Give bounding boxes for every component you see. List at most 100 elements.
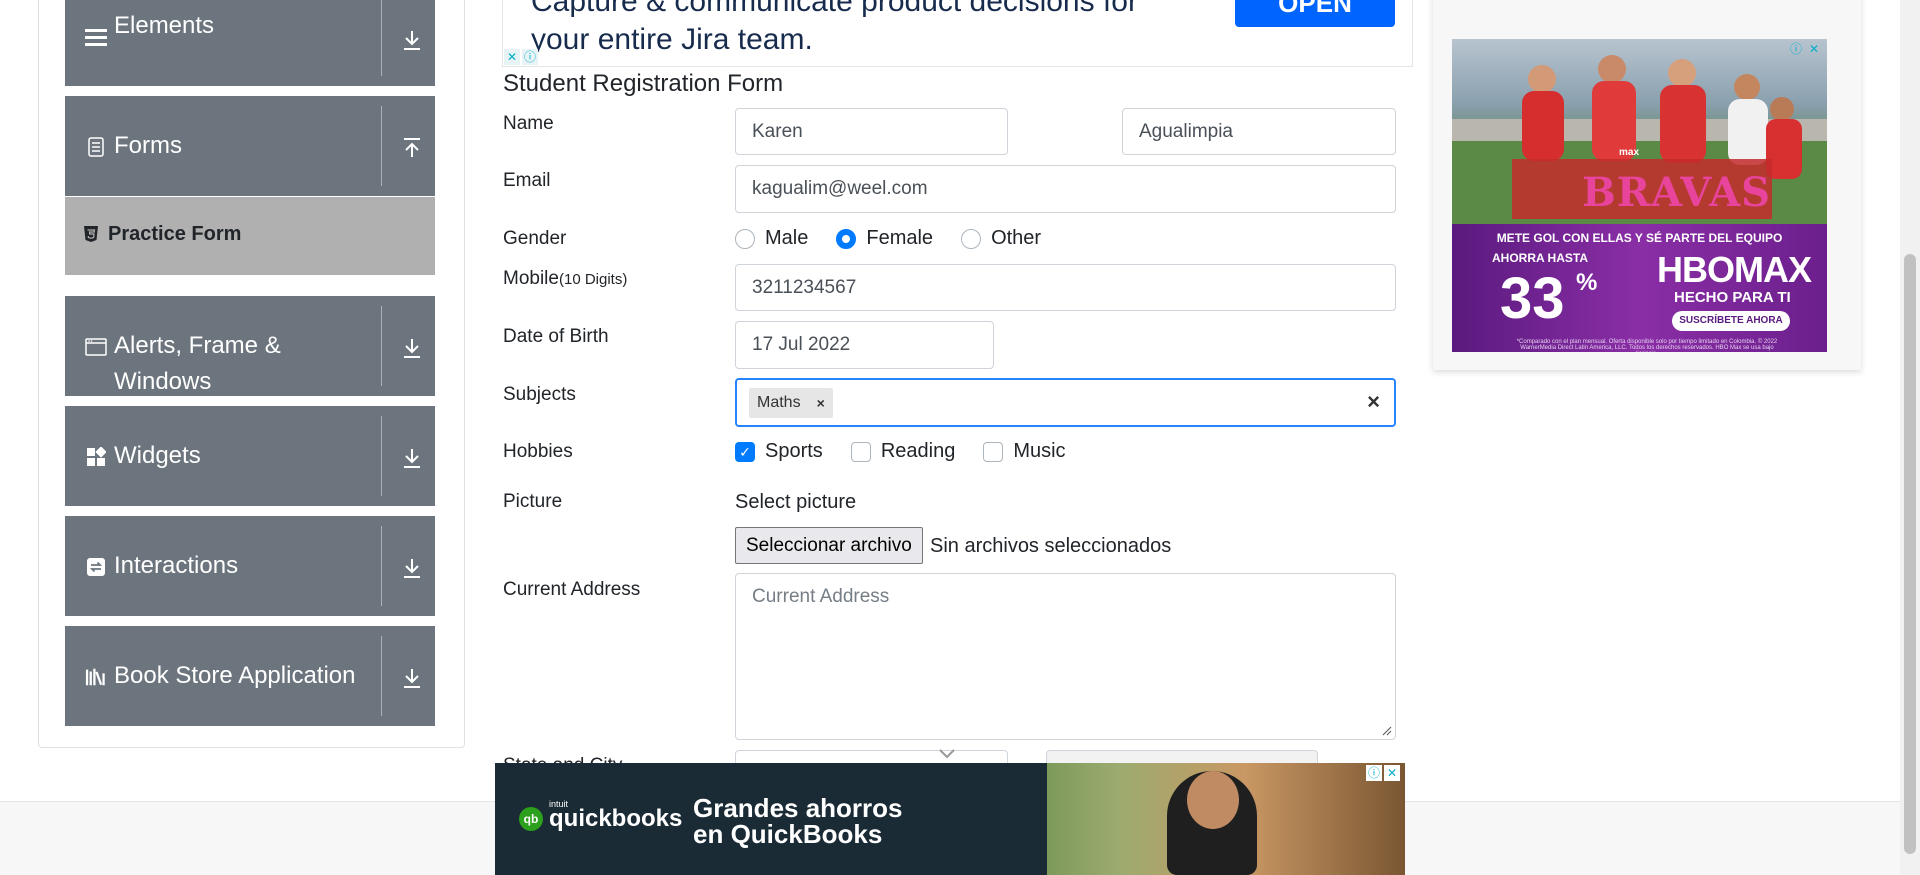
ad-info-icon[interactable]: ⓘ bbox=[1788, 41, 1804, 57]
sidebar-group-label-line1: Alerts, Frame & bbox=[114, 332, 281, 359]
sidebar-item-practice-form[interactable]: Practice Form bbox=[65, 197, 435, 275]
hobby-music-option[interactable]: Music bbox=[983, 440, 1066, 463]
gender-male-option[interactable]: Male bbox=[735, 227, 808, 250]
vertical-scrollbar[interactable] bbox=[1900, 0, 1920, 875]
hamburger-icon bbox=[85, 26, 107, 48]
divider bbox=[381, 106, 382, 186]
person-face bbox=[1187, 771, 1239, 829]
ad-badge: ✕ ⓘ bbox=[504, 49, 538, 65]
radio-male[interactable] bbox=[735, 228, 755, 249]
sidebar-item-label: Practice Form bbox=[108, 223, 242, 245]
interactions-icon bbox=[85, 556, 107, 578]
last-name-input[interactable]: Agualimpia bbox=[1122, 108, 1396, 155]
mobile-label-text: Mobile bbox=[503, 268, 559, 289]
sidebar-group-label: Forms bbox=[114, 132, 182, 159]
ad-close-icon[interactable]: ✕ bbox=[504, 49, 520, 65]
widgets-icon bbox=[85, 446, 107, 468]
download-arrow-icon[interactable] bbox=[399, 334, 425, 362]
radio-other[interactable] bbox=[961, 228, 982, 249]
mobile-hint: (10 Digits) bbox=[558, 271, 628, 288]
hobbies-label: Hobbies bbox=[503, 441, 573, 462]
subject-chip-label: Maths bbox=[757, 394, 801, 411]
upload-arrow-icon[interactable] bbox=[399, 134, 425, 162]
name-label: Name bbox=[503, 113, 554, 134]
hobby-sports-label: Sports bbox=[765, 440, 823, 462]
divider bbox=[381, 416, 382, 496]
ad-photo-person bbox=[1047, 763, 1405, 875]
divider bbox=[381, 526, 382, 606]
sidebar-group-elements[interactable]: Elements bbox=[65, 0, 435, 86]
sidebar-group-label-line2: Windows bbox=[114, 368, 212, 395]
bottom-ad-badge: ⓘ ✕ bbox=[1366, 765, 1400, 781]
quickbooks-logo-mark: qb bbox=[519, 807, 543, 831]
subjects-label: Subjects bbox=[503, 384, 576, 405]
ad-brand-small: max bbox=[1619, 147, 1640, 158]
resize-grip-icon[interactable] bbox=[1380, 724, 1392, 736]
divider bbox=[381, 306, 382, 386]
download-arrow-icon[interactable] bbox=[399, 554, 425, 582]
download-arrow-icon[interactable] bbox=[399, 664, 425, 692]
right-ad-badge: ⓘ ✕ bbox=[1788, 41, 1822, 57]
ad-close-icon[interactable]: ✕ bbox=[1384, 765, 1400, 781]
ad-subscribe-button[interactable]: SUSCRÍBETE AHORA bbox=[1672, 311, 1790, 331]
current-address-label: Current Address bbox=[503, 579, 641, 600]
download-arrow-icon[interactable] bbox=[399, 444, 425, 472]
gender-other-option[interactable]: Other bbox=[961, 227, 1041, 250]
ad-close-icon[interactable]: ✕ bbox=[1806, 41, 1822, 57]
hbomax-advertisement[interactable]: BRAVAS max METE GOL CON ELLAS Y SÉ PARTE… bbox=[1452, 39, 1827, 352]
hobby-reading-option[interactable]: Reading bbox=[850, 440, 956, 463]
hobby-reading-label: Reading bbox=[880, 440, 956, 462]
clear-icon[interactable]: × bbox=[1367, 389, 1380, 415]
ad-headline-line1: Capture & communicate product decisions … bbox=[531, 0, 1138, 18]
gender-female-option[interactable]: Female bbox=[836, 227, 933, 250]
first-name-input[interactable]: Karen bbox=[735, 108, 1008, 155]
ad-info-icon[interactable]: ⓘ bbox=[1366, 765, 1382, 781]
gender-radio-group: Male Female Other bbox=[735, 227, 1069, 250]
chip-remove-icon[interactable]: × bbox=[809, 395, 833, 411]
checkbox-music[interactable] bbox=[983, 441, 1004, 462]
sidebar-group-alerts-frame-windows[interactable]: Alerts, Frame & Windows bbox=[65, 296, 435, 396]
quickbooks-advertisement[interactable]: intuit qb quickbooks Grandes ahorros en … bbox=[495, 763, 1405, 875]
ad-discount: 33 bbox=[1500, 266, 1565, 331]
hobby-sports-option[interactable]: ✓ Sports bbox=[735, 440, 823, 463]
sidebar-group-book-store[interactable]: Book Store Application bbox=[65, 626, 435, 726]
scrollbar-thumb[interactable] bbox=[1904, 254, 1916, 854]
top-advertisement[interactable]: Capture & communicate product decisions … bbox=[502, 0, 1413, 67]
ad-info-icon[interactable]: ⓘ bbox=[522, 49, 538, 65]
sidebar-group-label: Book Store Application bbox=[114, 662, 356, 689]
divider bbox=[381, 636, 382, 716]
gender-other-label: Other bbox=[991, 227, 1042, 249]
current-address-textarea[interactable]: Current Address bbox=[735, 573, 1396, 740]
quickbooks-brand: quickbooks bbox=[549, 805, 683, 832]
chevron-down-icon[interactable] bbox=[938, 748, 956, 760]
ad-tagline: METE GOL CON ELLAS Y SÉ PARTE DEL EQUIPO bbox=[1496, 231, 1783, 245]
gender-female-label: Female bbox=[866, 227, 934, 249]
checkbox-sports[interactable]: ✓ bbox=[735, 441, 755, 462]
hbomax-logo: HBOMAX bbox=[1657, 249, 1812, 290]
mobile-input[interactable]: 3211234567 bbox=[735, 264, 1396, 311]
ad-open-button[interactable]: OPEN bbox=[1235, 0, 1395, 27]
sidebar-group-interactions[interactable]: Interactions bbox=[65, 516, 435, 616]
sidebar-group-label: Widgets bbox=[114, 442, 201, 469]
mobile-label: Mobile(10 Digits) bbox=[503, 268, 627, 290]
subjects-input[interactable]: Maths × × bbox=[735, 378, 1396, 427]
subject-chip: Maths × bbox=[749, 388, 833, 418]
sidebar-group-label: Elements bbox=[114, 12, 215, 39]
ad-headline: Grandes ahorros en QuickBooks bbox=[693, 793, 903, 849]
file-status-text: Sin archivos seleccionados bbox=[930, 535, 1172, 557]
choose-file-button[interactable]: Seleccionar archivo bbox=[735, 527, 923, 564]
window-icon bbox=[85, 336, 107, 358]
ad-percent: % bbox=[1576, 269, 1598, 296]
ad-headline: Capture & communicate product decisions … bbox=[531, 0, 1138, 59]
email-input[interactable]: kagualim@weel.com bbox=[735, 165, 1396, 213]
checkbox-reading[interactable] bbox=[850, 441, 871, 462]
radio-female[interactable] bbox=[836, 228, 857, 249]
select-picture-label: Select picture bbox=[735, 491, 857, 513]
sidebar-group-forms[interactable]: Forms bbox=[65, 96, 435, 196]
ad-slogan: HECHO PARA TI bbox=[1674, 289, 1791, 306]
download-arrow-icon[interactable] bbox=[399, 26, 425, 54]
sidebar-group-widgets[interactable]: Widgets bbox=[65, 406, 435, 506]
hobby-music-label: Music bbox=[1013, 440, 1066, 462]
hobbies-checkbox-group: ✓ Sports Reading Music bbox=[735, 440, 1094, 463]
dob-input[interactable]: 17 Jul 2022 bbox=[735, 321, 994, 369]
